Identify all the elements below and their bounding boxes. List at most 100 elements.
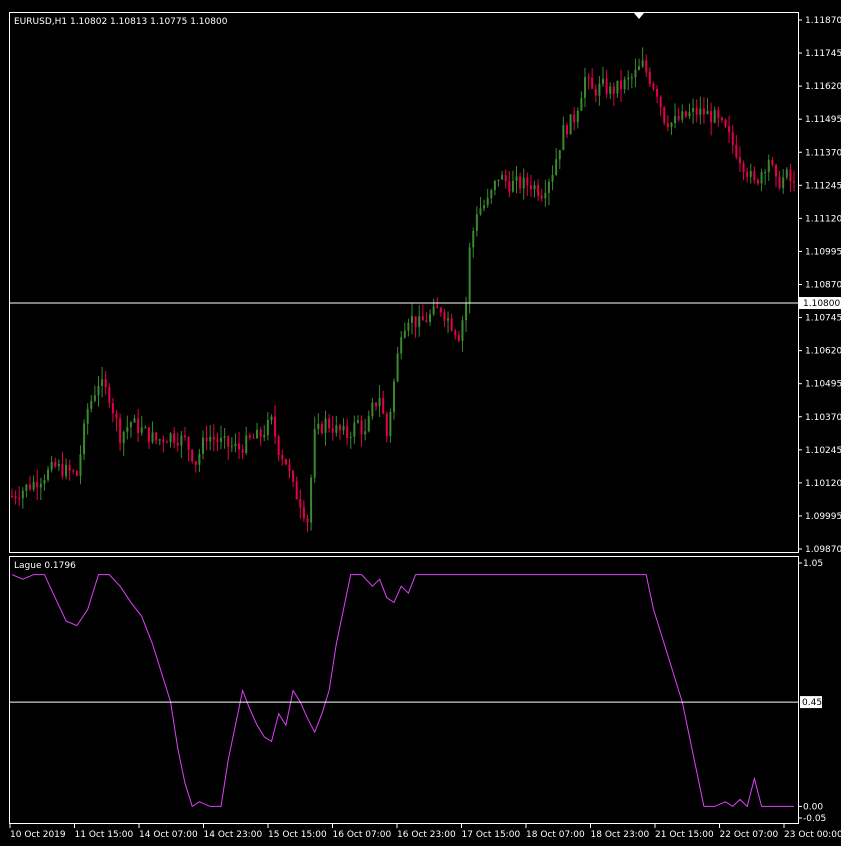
candle-body [457, 335, 460, 341]
candle-body [277, 436, 280, 456]
candle-body [407, 322, 410, 331]
indicator-pane-title: Lague 0.1796 [14, 561, 76, 571]
candle-body [374, 402, 377, 407]
candle-body [79, 454, 82, 476]
time-x-tick-label: 18 Oct 07:00 [526, 830, 585, 840]
candle-body [252, 437, 255, 439]
time-x-tick-label: 22 Oct 07:00 [720, 830, 779, 840]
candle-body [551, 174, 554, 182]
candle-body [57, 463, 60, 467]
candle-body [573, 114, 576, 123]
candle-body [331, 428, 334, 433]
candle-body [155, 432, 158, 441]
candle-body [522, 177, 525, 189]
indicator-level-label: 0.45 [802, 698, 822, 708]
candle-body [263, 435, 266, 438]
candle-body [39, 483, 42, 488]
candle-body [385, 413, 388, 436]
candle-body [108, 387, 111, 404]
candle-body [742, 163, 745, 173]
candle-body [97, 386, 100, 396]
indicator-y-tick-label: 0.00 [803, 802, 823, 812]
candle-body [378, 398, 381, 407]
candle-body [638, 66, 641, 70]
candle-body [320, 423, 323, 434]
candle-body [648, 72, 651, 84]
candle-body [216, 439, 219, 442]
candle-body [501, 175, 504, 180]
candle-body [591, 77, 594, 89]
time-x-axis: 10 Oct 2019 11 Oct 15:00 14 Oct 07:00 14 Oc… [9, 824, 841, 840]
candle-body [101, 379, 104, 387]
candle-body [627, 77, 630, 80]
candle-body [479, 208, 482, 215]
time-x-tick-label: 23 Oct 00:00 [784, 830, 841, 840]
candle-body [641, 60, 644, 67]
candle-body [317, 423, 320, 430]
chart-root: EURUSD,H1 1.10802 1.10813 1.10775 1.1080… [9, 12, 841, 840]
candle-body [18, 497, 21, 499]
candle-body [104, 379, 107, 388]
candle-body [526, 177, 529, 186]
candle-body [389, 411, 392, 436]
price-y-tick-label: 1.10620 [805, 347, 841, 357]
candle-body [605, 78, 608, 94]
candle-body [663, 107, 666, 123]
price-pane-frame [9, 12, 799, 553]
candle-body [706, 111, 709, 115]
candle-body [547, 181, 550, 193]
indicator-y-tick-label: 1.05 [803, 559, 823, 569]
candle-body [598, 83, 601, 96]
candle-body [61, 463, 64, 477]
candle-body [209, 437, 212, 442]
candle-body [450, 318, 453, 331]
candle-body [342, 426, 345, 431]
candle-body [151, 432, 154, 442]
candle-body [468, 247, 471, 304]
price-y-tick-label: 1.10245 [805, 446, 841, 456]
candle-body [612, 86, 615, 94]
candle-body [335, 425, 338, 433]
candle-body [165, 442, 168, 444]
candle-body [630, 77, 633, 79]
candle-body [54, 461, 57, 467]
candle-body [569, 114, 572, 135]
candle-body [205, 437, 208, 442]
price-line-group: 1.10800 [10, 297, 841, 310]
candle-body [133, 418, 136, 423]
candle-body [511, 180, 514, 192]
candle-body [306, 518, 309, 523]
chart-shift-marker-icon[interactable] [634, 13, 644, 19]
candle-body [169, 433, 172, 443]
candle-body [789, 169, 792, 182]
time-x-tick-label: 16 Oct 07:00 [333, 830, 392, 840]
candle-body [313, 429, 316, 478]
candle-body [688, 112, 691, 117]
candle-body [724, 120, 727, 127]
candle-body [684, 111, 687, 117]
candle-body [699, 108, 702, 115]
candle-body [72, 470, 75, 472]
candle-body [86, 408, 89, 424]
candle-body [764, 172, 767, 174]
candle-body [346, 426, 349, 438]
candle-body [702, 108, 705, 115]
candle-body [234, 443, 237, 446]
price-y-tick-label: 1.11620 [805, 82, 841, 92]
candle-body [284, 459, 287, 465]
lague-indicator-line [11, 574, 794, 808]
candle-body [281, 455, 284, 460]
candle-body [266, 419, 269, 436]
candle-body [436, 306, 439, 309]
candle-body [717, 110, 720, 118]
candle-body [241, 449, 244, 453]
candle-body [461, 320, 464, 341]
price-y-tick-label: 1.09870 [805, 545, 841, 555]
candle-body [147, 427, 150, 442]
time-x-tick-label: 14 Oct 23:00 [204, 830, 263, 840]
candle-body [328, 418, 331, 429]
candle-body [681, 111, 684, 120]
candle-body [472, 230, 475, 248]
candle-body [111, 403, 114, 414]
candle-body [115, 413, 118, 419]
